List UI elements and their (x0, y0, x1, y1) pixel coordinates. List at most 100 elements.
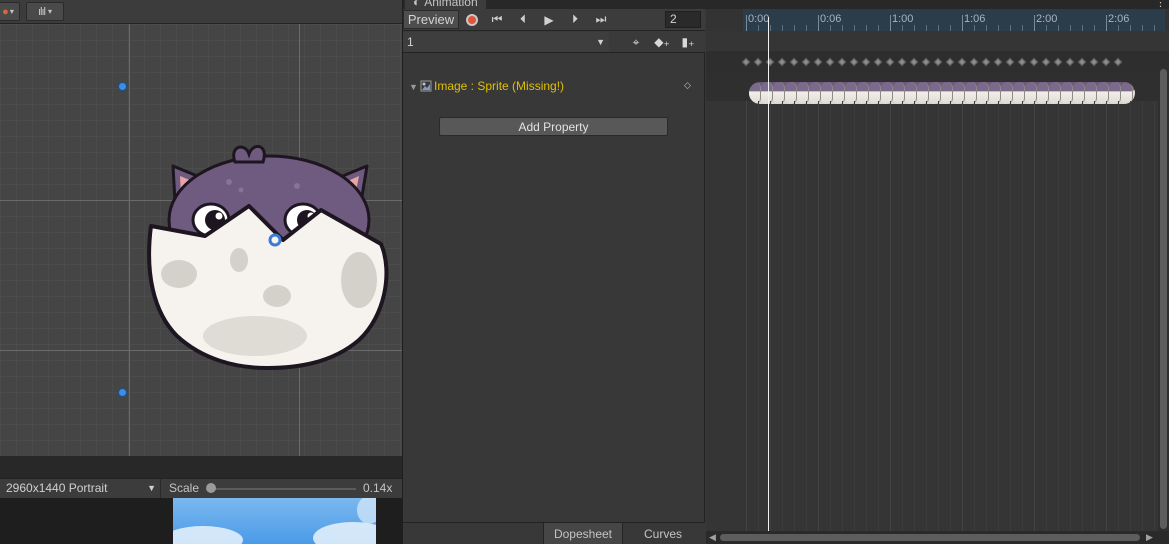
summary-keyframe[interactable] (1077, 57, 1087, 67)
audio-dropdown[interactable]: ılıl ▾ (26, 2, 64, 21)
summary-keyframe[interactable] (825, 57, 835, 67)
scroll-left-icon[interactable]: ◀ (709, 532, 716, 543)
playhead[interactable] (768, 17, 769, 539)
previous-keyframe-button[interactable]: ⏴ (511, 10, 535, 29)
sprite-keyframe[interactable] (773, 82, 785, 104)
sprite-keyframe[interactable] (1037, 82, 1049, 104)
summary-keyframe[interactable] (897, 57, 907, 67)
animation-tab[interactable]: ◐ Animation (405, 0, 486, 9)
resolution-dropdown[interactable]: 2960x1440 Portrait ▼ (0, 479, 161, 498)
summary-keyframe[interactable] (777, 57, 787, 67)
sprite-keyframe[interactable] (893, 82, 905, 104)
horizontal-scrollbar-thumb[interactable] (720, 534, 1140, 541)
scene-view[interactable]: ● ▾ ılıl ▾ (0, 0, 402, 456)
sprite-keyframe[interactable] (917, 82, 929, 104)
sprite-keyframe[interactable] (821, 82, 833, 104)
summary-keyframe[interactable] (981, 57, 991, 67)
expand-triangle-icon[interactable]: ▼ (409, 82, 418, 92)
dopesheet-timeline[interactable]: 0:00 0:06 1:00 1:06 2:00 2:06 ◀ ▶ (706, 9, 1169, 544)
summary-keyframe[interactable] (1113, 57, 1123, 67)
gizmo-dropdown[interactable]: ● ▾ (0, 2, 20, 21)
record-button[interactable] (460, 10, 484, 29)
scale-slider-handle[interactable] (206, 483, 216, 493)
vertical-scrollbar-thumb[interactable] (1160, 69, 1167, 529)
summary-keyframe[interactable] (1005, 57, 1015, 67)
next-keyframe-button[interactable]: ⏵ (563, 10, 587, 29)
summary-keyframe[interactable] (921, 57, 931, 67)
filter-selected-button[interactable]: ⌖ (624, 33, 648, 51)
sprite-keyframe[interactable] (845, 82, 857, 104)
sprite-keyframe[interactable] (833, 82, 845, 104)
sprite-keyframe[interactable] (857, 82, 869, 104)
scroll-right-icon[interactable]: ▶ (1146, 532, 1153, 543)
summary-keyframe[interactable] (813, 57, 823, 67)
rect-handle[interactable] (118, 388, 127, 397)
summary-keyframe[interactable] (1041, 57, 1051, 67)
sprite-keyframe[interactable] (905, 82, 917, 104)
summary-keyframe[interactable] (945, 57, 955, 67)
horizontal-scrollbar[interactable]: ◀ ▶ (706, 531, 1169, 544)
summary-keyframe[interactable] (1089, 57, 1099, 67)
rect-handle[interactable] (118, 82, 127, 91)
summary-keyframe[interactable] (993, 57, 1003, 67)
first-keyframe-button[interactable]: ⏮ (485, 10, 509, 29)
sprite-keyframe[interactable] (785, 82, 797, 104)
summary-keyframe[interactable] (909, 57, 919, 67)
more-options-icon[interactable]: ⋮ (1155, 0, 1166, 9)
summary-keyframe[interactable] (849, 57, 859, 67)
summary-keyframe[interactable] (1065, 57, 1075, 67)
sprite-keyframe[interactable] (1025, 82, 1037, 104)
summary-keyframe[interactable] (1029, 57, 1039, 67)
summary-keyframe[interactable] (753, 57, 763, 67)
property-row[interactable]: ▼ Image : Sprite (Missing!) ◇ (403, 75, 705, 97)
summary-keyframe[interactable] (1101, 57, 1111, 67)
sprite-keyframe[interactable] (1121, 82, 1133, 104)
summary-keyframe[interactable] (789, 57, 799, 67)
summary-keyframe[interactable] (1017, 57, 1027, 67)
sprite-keyframe[interactable] (953, 82, 965, 104)
cat-egg-sprite[interactable] (145, 140, 395, 372)
sprite-keyframe[interactable] (881, 82, 893, 104)
sprite-keyframe[interactable] (1073, 82, 1085, 104)
sprite-keyframe[interactable] (1001, 82, 1013, 104)
preview-button[interactable]: Preview (403, 10, 459, 29)
summary-keyframe[interactable] (885, 57, 895, 67)
summary-keyframe[interactable] (837, 57, 847, 67)
tab-curves[interactable]: Curves (623, 523, 703, 544)
sprite-keyframe[interactable] (797, 82, 809, 104)
time-ruler[interactable]: 0:00 0:06 1:00 1:06 2:00 2:06 (706, 9, 1169, 31)
sprite-keyframe[interactable] (1109, 82, 1121, 104)
summary-keyframe[interactable] (741, 57, 751, 67)
summary-keyframe[interactable] (861, 57, 871, 67)
keyframe-diamond-icon[interactable]: ◇ (684, 80, 691, 91)
summary-keyframe[interactable] (873, 57, 883, 67)
sprite-keyframe[interactable] (761, 82, 773, 104)
sprite-keyframe[interactable] (1049, 82, 1061, 104)
sprite-keyframe[interactable] (989, 82, 1001, 104)
sprite-keyframe[interactable] (965, 82, 977, 104)
frame-field[interactable]: 2 (665, 11, 701, 28)
summary-keyframe[interactable] (801, 57, 811, 67)
summary-keyframe[interactable] (957, 57, 967, 67)
vertical-scrollbar[interactable] (1158, 67, 1169, 531)
sprite-keyframe[interactable] (809, 82, 821, 104)
play-button[interactable]: ▶ (537, 10, 561, 29)
sprite-keyframe[interactable] (1097, 82, 1109, 104)
scale-slider-track[interactable] (208, 488, 356, 490)
sprite-keyframe[interactable] (869, 82, 881, 104)
add-keyframe-button[interactable]: ◆₊ (650, 33, 674, 51)
sprite-keyframe[interactable] (941, 82, 953, 104)
add-property-button[interactable]: Add Property (439, 117, 668, 136)
summary-keyframe[interactable] (933, 57, 943, 67)
sprite-keyframe[interactable] (1085, 82, 1097, 104)
add-event-button[interactable]: ▮₊ (676, 33, 700, 51)
sprite-keyframe[interactable] (749, 82, 761, 104)
tab-dopesheet[interactable]: Dopesheet (543, 523, 623, 544)
summary-keyframe[interactable] (1053, 57, 1063, 67)
clip-dropdown[interactable]: 1 ▼ (403, 32, 609, 52)
sprite-keyframe[interactable] (1013, 82, 1025, 104)
summary-keyframe[interactable] (969, 57, 979, 67)
sprite-keyframe[interactable] (1061, 82, 1073, 104)
last-keyframe-button[interactable]: ⏭ (589, 10, 613, 29)
sprite-keyframe[interactable] (929, 82, 941, 104)
